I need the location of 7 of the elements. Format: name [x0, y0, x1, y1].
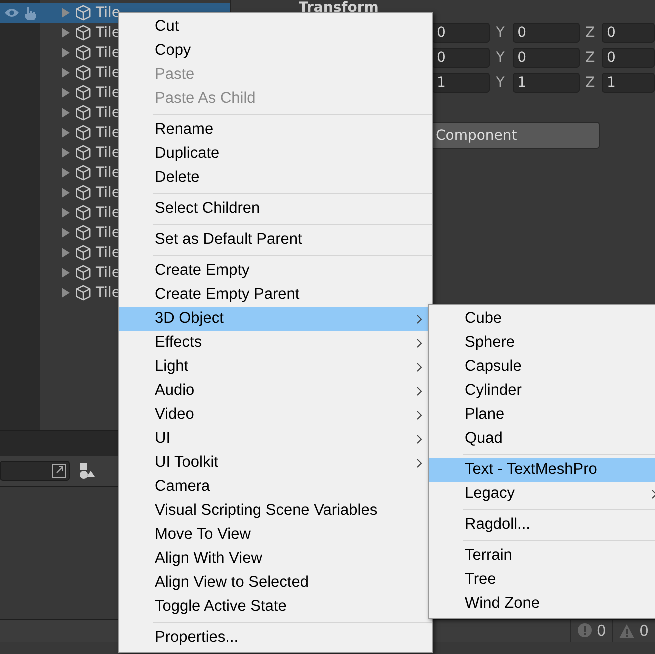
axis-label: Y — [496, 74, 506, 90]
axis-label: Y — [496, 24, 506, 40]
axis-label: Z — [586, 74, 596, 90]
axis-label: Z — [586, 50, 596, 66]
axis-label: Z — [586, 24, 596, 40]
axis-label: Y — [496, 50, 506, 66]
component-title: Transform — [299, 0, 379, 16]
